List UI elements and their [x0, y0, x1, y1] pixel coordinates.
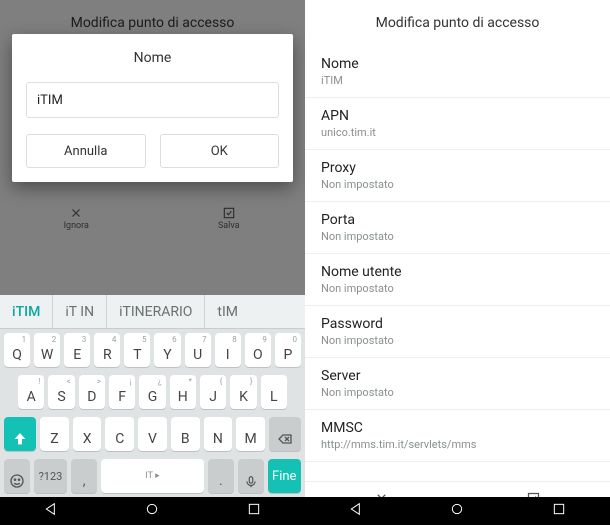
suggestion-4[interactable]: tIM	[205, 295, 250, 328]
apn-field-nome[interactable]: Nome iTIM	[305, 46, 610, 98]
field-label: MMSC	[321, 420, 594, 436]
key-t[interactable]: T5	[124, 333, 150, 367]
key-i[interactable]: I8	[215, 333, 241, 367]
key-p[interactable]: P0	[275, 333, 301, 367]
field-label: Nome utente	[321, 264, 594, 280]
key-m[interactable]: M	[236, 417, 265, 451]
apn-field-nome-utente[interactable]: Nome utente Non impostato	[305, 254, 610, 306]
key-z[interactable]: Z	[40, 417, 69, 451]
apn-field-porta[interactable]: Porta Non impostato	[305, 202, 610, 254]
field-value: unico.tim.it	[321, 126, 594, 139]
home-nav-icon[interactable]	[144, 501, 160, 521]
key-e[interactable]: E3	[64, 333, 90, 367]
name-input[interactable]	[26, 82, 279, 118]
apn-field-mmsc[interactable]: MMSC http://mms.tim.it/servlets/mms	[305, 410, 610, 462]
key-a[interactable]: A!	[18, 375, 44, 409]
key-f[interactable]: F¡	[109, 375, 135, 409]
field-value: Non impostato	[321, 230, 594, 243]
field-value: Non impostato	[321, 386, 594, 399]
key-j[interactable]: J{	[200, 375, 226, 409]
apn-field-list: Nome iTIM APN unico.tim.it Proxy Non impostat…	[305, 46, 610, 481]
key-q[interactable]: Q1	[4, 333, 30, 367]
field-label: APN	[321, 108, 594, 124]
key-x[interactable]: X	[73, 417, 102, 451]
key-h[interactable]: H*	[170, 375, 196, 409]
recents-nav-icon[interactable]	[551, 501, 567, 521]
emoji-key[interactable]	[4, 459, 30, 493]
space-key[interactable]: IT ▸	[101, 459, 204, 493]
key-r[interactable]: R4	[94, 333, 120, 367]
mic-key[interactable]	[238, 459, 264, 493]
key-o[interactable]: O9	[245, 333, 271, 367]
field-value: iTIM	[321, 74, 594, 87]
key-u[interactable]: U7	[185, 333, 211, 367]
key-y[interactable]: Y6	[154, 333, 180, 367]
page-title-right: Modifica punto di accesso	[305, 0, 610, 46]
period-key[interactable]: .	[208, 459, 234, 493]
android-nav-right	[305, 497, 610, 525]
key-v[interactable]: V	[138, 417, 167, 451]
field-value: Non impostato	[321, 178, 594, 191]
suggestion-1[interactable]: iTIM	[0, 295, 52, 328]
key-s[interactable]: S<	[48, 375, 74, 409]
apn-field-server[interactable]: Server Non impostato	[305, 358, 610, 410]
cancel-button[interactable]: Annulla	[26, 134, 146, 168]
ok-button[interactable]: OK	[160, 134, 280, 168]
field-value: Non impostato	[321, 282, 594, 295]
back-nav-icon[interactable]	[348, 501, 364, 521]
key-l[interactable]: L	[261, 375, 287, 409]
key-k[interactable]: K}	[230, 375, 256, 409]
backspace-key[interactable]	[269, 417, 301, 451]
symbols-key[interactable]: ?123	[34, 459, 67, 493]
field-label: Nome	[321, 56, 594, 72]
keyboard: iTIM iT IN iTINERARIO tIM Q1W2E3R4T5Y6U7…	[0, 295, 305, 497]
suggestion-3[interactable]: iTINERARIO	[107, 295, 204, 328]
dialog-title: Nome	[26, 50, 279, 66]
key-b[interactable]: B	[171, 417, 200, 451]
field-label: Password	[321, 316, 594, 332]
suggestion-bar: iTIM iT IN iTINERARIO tIM	[0, 295, 305, 329]
field-value: http://mms.tim.it/servlets/mms	[321, 438, 594, 451]
back-nav-icon[interactable]	[43, 501, 59, 521]
apn-field-proxy[interactable]: Proxy Non impostato	[305, 150, 610, 202]
apn-field-password[interactable]: Password Non impostato	[305, 306, 610, 358]
apn-field-apn[interactable]: APN unico.tim.it	[305, 98, 610, 150]
recents-nav-icon[interactable]	[246, 501, 262, 521]
key-d[interactable]: D>	[79, 375, 105, 409]
field-label: Porta	[321, 212, 594, 228]
key-n[interactable]: N	[204, 417, 233, 451]
field-label: Server	[321, 368, 594, 384]
field-value: Non impostato	[321, 334, 594, 347]
key-g[interactable]: G¿	[139, 375, 165, 409]
shift-key[interactable]	[4, 417, 36, 451]
android-nav-left	[0, 497, 305, 525]
field-label: Proxy	[321, 160, 594, 176]
done-key[interactable]: Fine	[268, 459, 301, 493]
home-nav-icon[interactable]	[449, 501, 465, 521]
key-w[interactable]: W2	[34, 333, 60, 367]
suggestion-2[interactable]: iT IN	[53, 295, 106, 328]
key-c[interactable]: C	[105, 417, 134, 451]
comma-key[interactable]: ,	[71, 459, 97, 493]
name-dialog: Nome Annulla OK	[12, 34, 293, 182]
